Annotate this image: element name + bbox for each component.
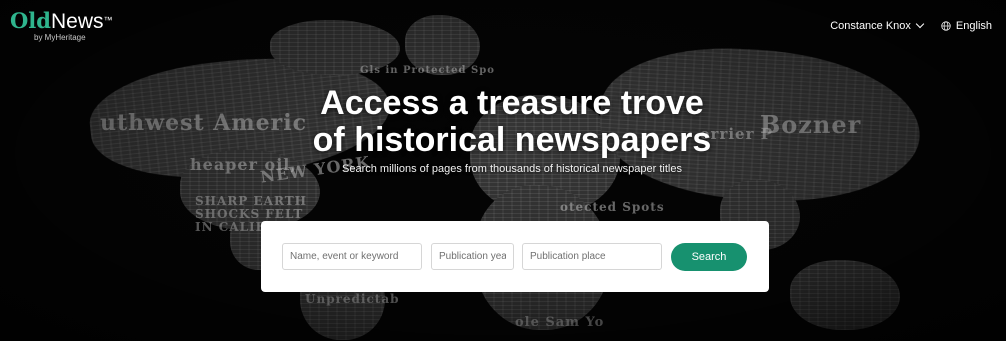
search-button[interactable]: Search (671, 243, 747, 271)
hero-title-line-2: of historical newspapers (312, 121, 712, 159)
hero-subtitle: Search millions of pages from thousands … (342, 163, 682, 175)
globe-icon (941, 21, 951, 31)
keyword-input[interactable] (282, 243, 422, 270)
logo-trademark: ™ (103, 15, 113, 25)
language-selector[interactable]: English (941, 20, 992, 32)
search-card: Search (261, 221, 769, 292)
logo-news-text: News (50, 10, 104, 33)
oldnews-logo[interactable]: OldNews™ by MyHeritage (10, 10, 112, 42)
publication-year-input[interactable] (431, 243, 514, 270)
user-name: Constance Knox (830, 20, 911, 32)
user-menu[interactable]: Constance Knox (830, 19, 925, 32)
page: uthwest Americ heaper oil, SHARP EARTHSH… (0, 0, 1006, 341)
publication-place-input[interactable] (522, 243, 662, 270)
logo-old-text: Old (10, 8, 51, 33)
logo-subtitle: by MyHeritage (34, 33, 86, 42)
hero-title-line-1: Access a treasure trove (320, 84, 704, 122)
language-label: English (955, 20, 992, 32)
chevron-down-icon (915, 19, 925, 29)
top-header: OldNews™ by MyHeritage Constance Knox En… (0, 0, 1006, 50)
hero-title: Access a treasure trove of historical ne… (0, 85, 1006, 159)
